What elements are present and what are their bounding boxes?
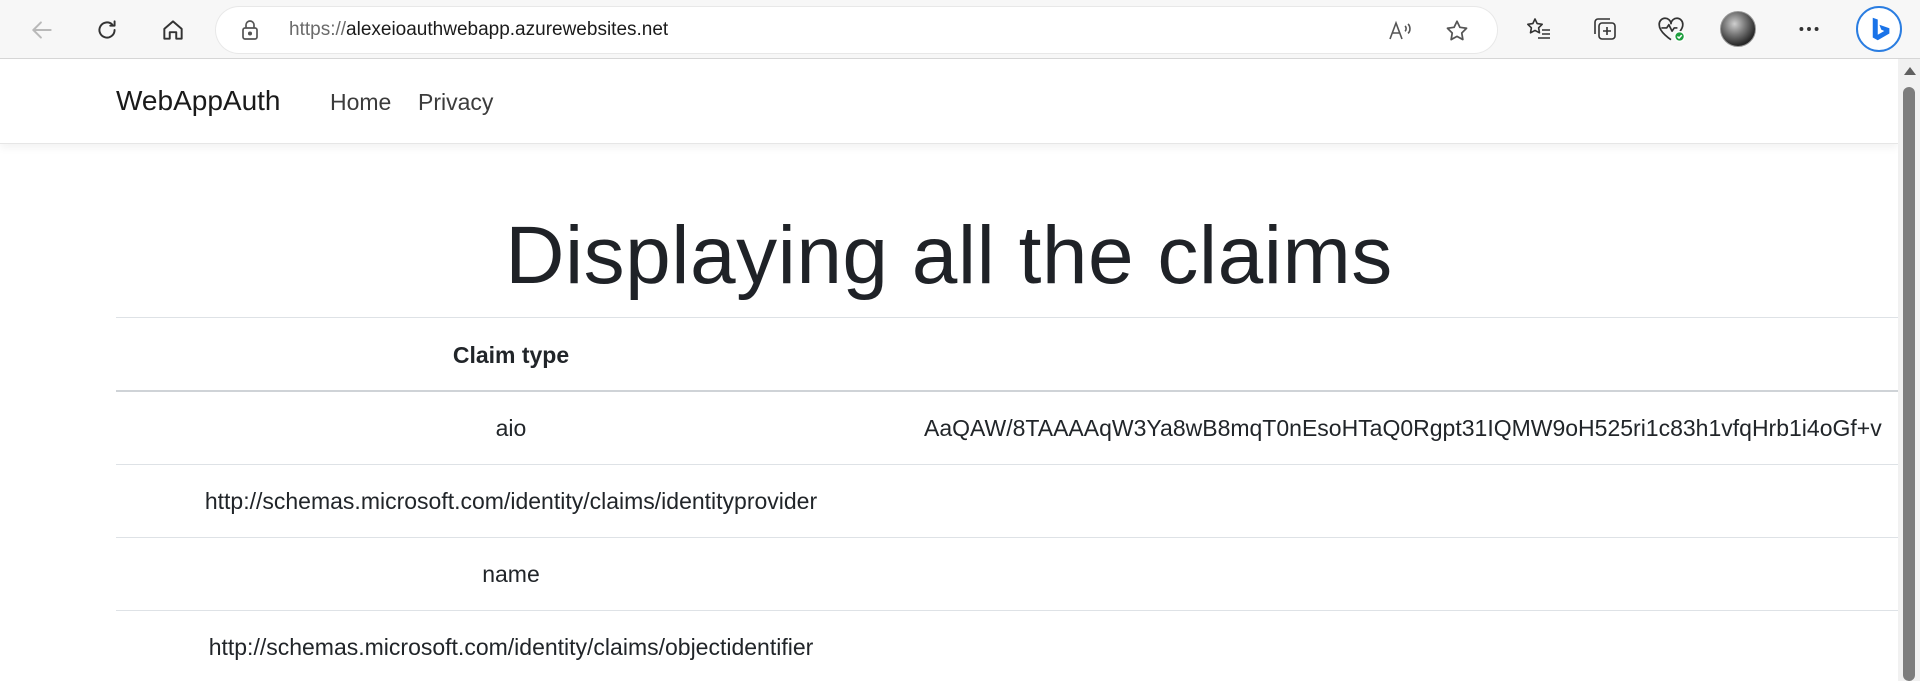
page-viewport: WebAppAuth Home Privacy Displaying all t…: [0, 59, 1898, 681]
claim-value-cell: [924, 611, 1898, 681]
table-row: name: [116, 538, 1898, 611]
site-navbar: WebAppAuth Home Privacy: [0, 59, 1898, 144]
claim-value-cell: AaQAW/8TAAAAqW3Ya8wB8mqT0nEsoHTaQ0Rgpt31…: [924, 415, 1882, 441]
bing-icon[interactable]: [1856, 6, 1902, 52]
claim-value-cell: [924, 465, 1898, 538]
vertical-scrollbar[interactable]: [1898, 59, 1920, 681]
column-header-claim-type: Claim type: [452, 342, 570, 368]
star-icon[interactable]: [1443, 17, 1471, 45]
site-brand[interactable]: WebAppAuth: [116, 85, 281, 117]
lock-icon[interactable]: [238, 18, 262, 42]
table-header: Claim type: [116, 317, 1898, 392]
browser-essentials-icon[interactable]: [1654, 12, 1688, 46]
claim-type-cell: http://schemas.microsoft.com/identity/cl…: [204, 488, 818, 514]
nav-link-home[interactable]: Home: [330, 89, 391, 116]
collections-icon[interactable]: [1588, 12, 1622, 46]
table-row: http://schemas.microsoft.com/identity/cl…: [116, 465, 1898, 538]
table-row: http://schemas.microsoft.com/identity/cl…: [116, 611, 1898, 681]
claim-value-cell: [924, 538, 1898, 611]
favorites-list-icon[interactable]: [1522, 12, 1556, 46]
claim-type-cell: http://schemas.microsoft.com/identity/cl…: [208, 634, 814, 660]
back-arrow-icon[interactable]: [24, 12, 60, 48]
read-aloud-icon[interactable]: [1386, 17, 1414, 45]
address-url[interactable]: https://alexeioauthwebapp.azurewebsites.…: [289, 19, 668, 41]
table-row: aio AaQAW/8TAAAAqW3Ya8wB8mqT0nEsoHTaQ0Rg…: [116, 392, 1898, 465]
address-bar[interactable]: https://alexeioauthwebapp.azurewebsites.…: [216, 7, 1497, 53]
page-title: Displaying all the claims: [505, 210, 1393, 301]
claim-type-cell: name: [482, 561, 540, 587]
more-icon[interactable]: [1792, 12, 1826, 46]
scroll-thumb[interactable]: [1903, 87, 1915, 681]
scroll-up-arrow-icon[interactable]: [1904, 67, 1916, 75]
home-icon[interactable]: [155, 12, 191, 48]
claim-type-cell: aio: [495, 415, 527, 441]
claims-table: Claim type aio AaQAW/8TAAAAqW3Ya8wB8mqT0…: [116, 317, 1898, 681]
refresh-icon[interactable]: [89, 12, 125, 48]
profile-avatar[interactable]: [1720, 11, 1756, 47]
nav-link-privacy[interactable]: Privacy: [418, 89, 493, 116]
browser-toolbar: https://alexeioauthwebapp.azurewebsites.…: [0, 0, 1920, 59]
